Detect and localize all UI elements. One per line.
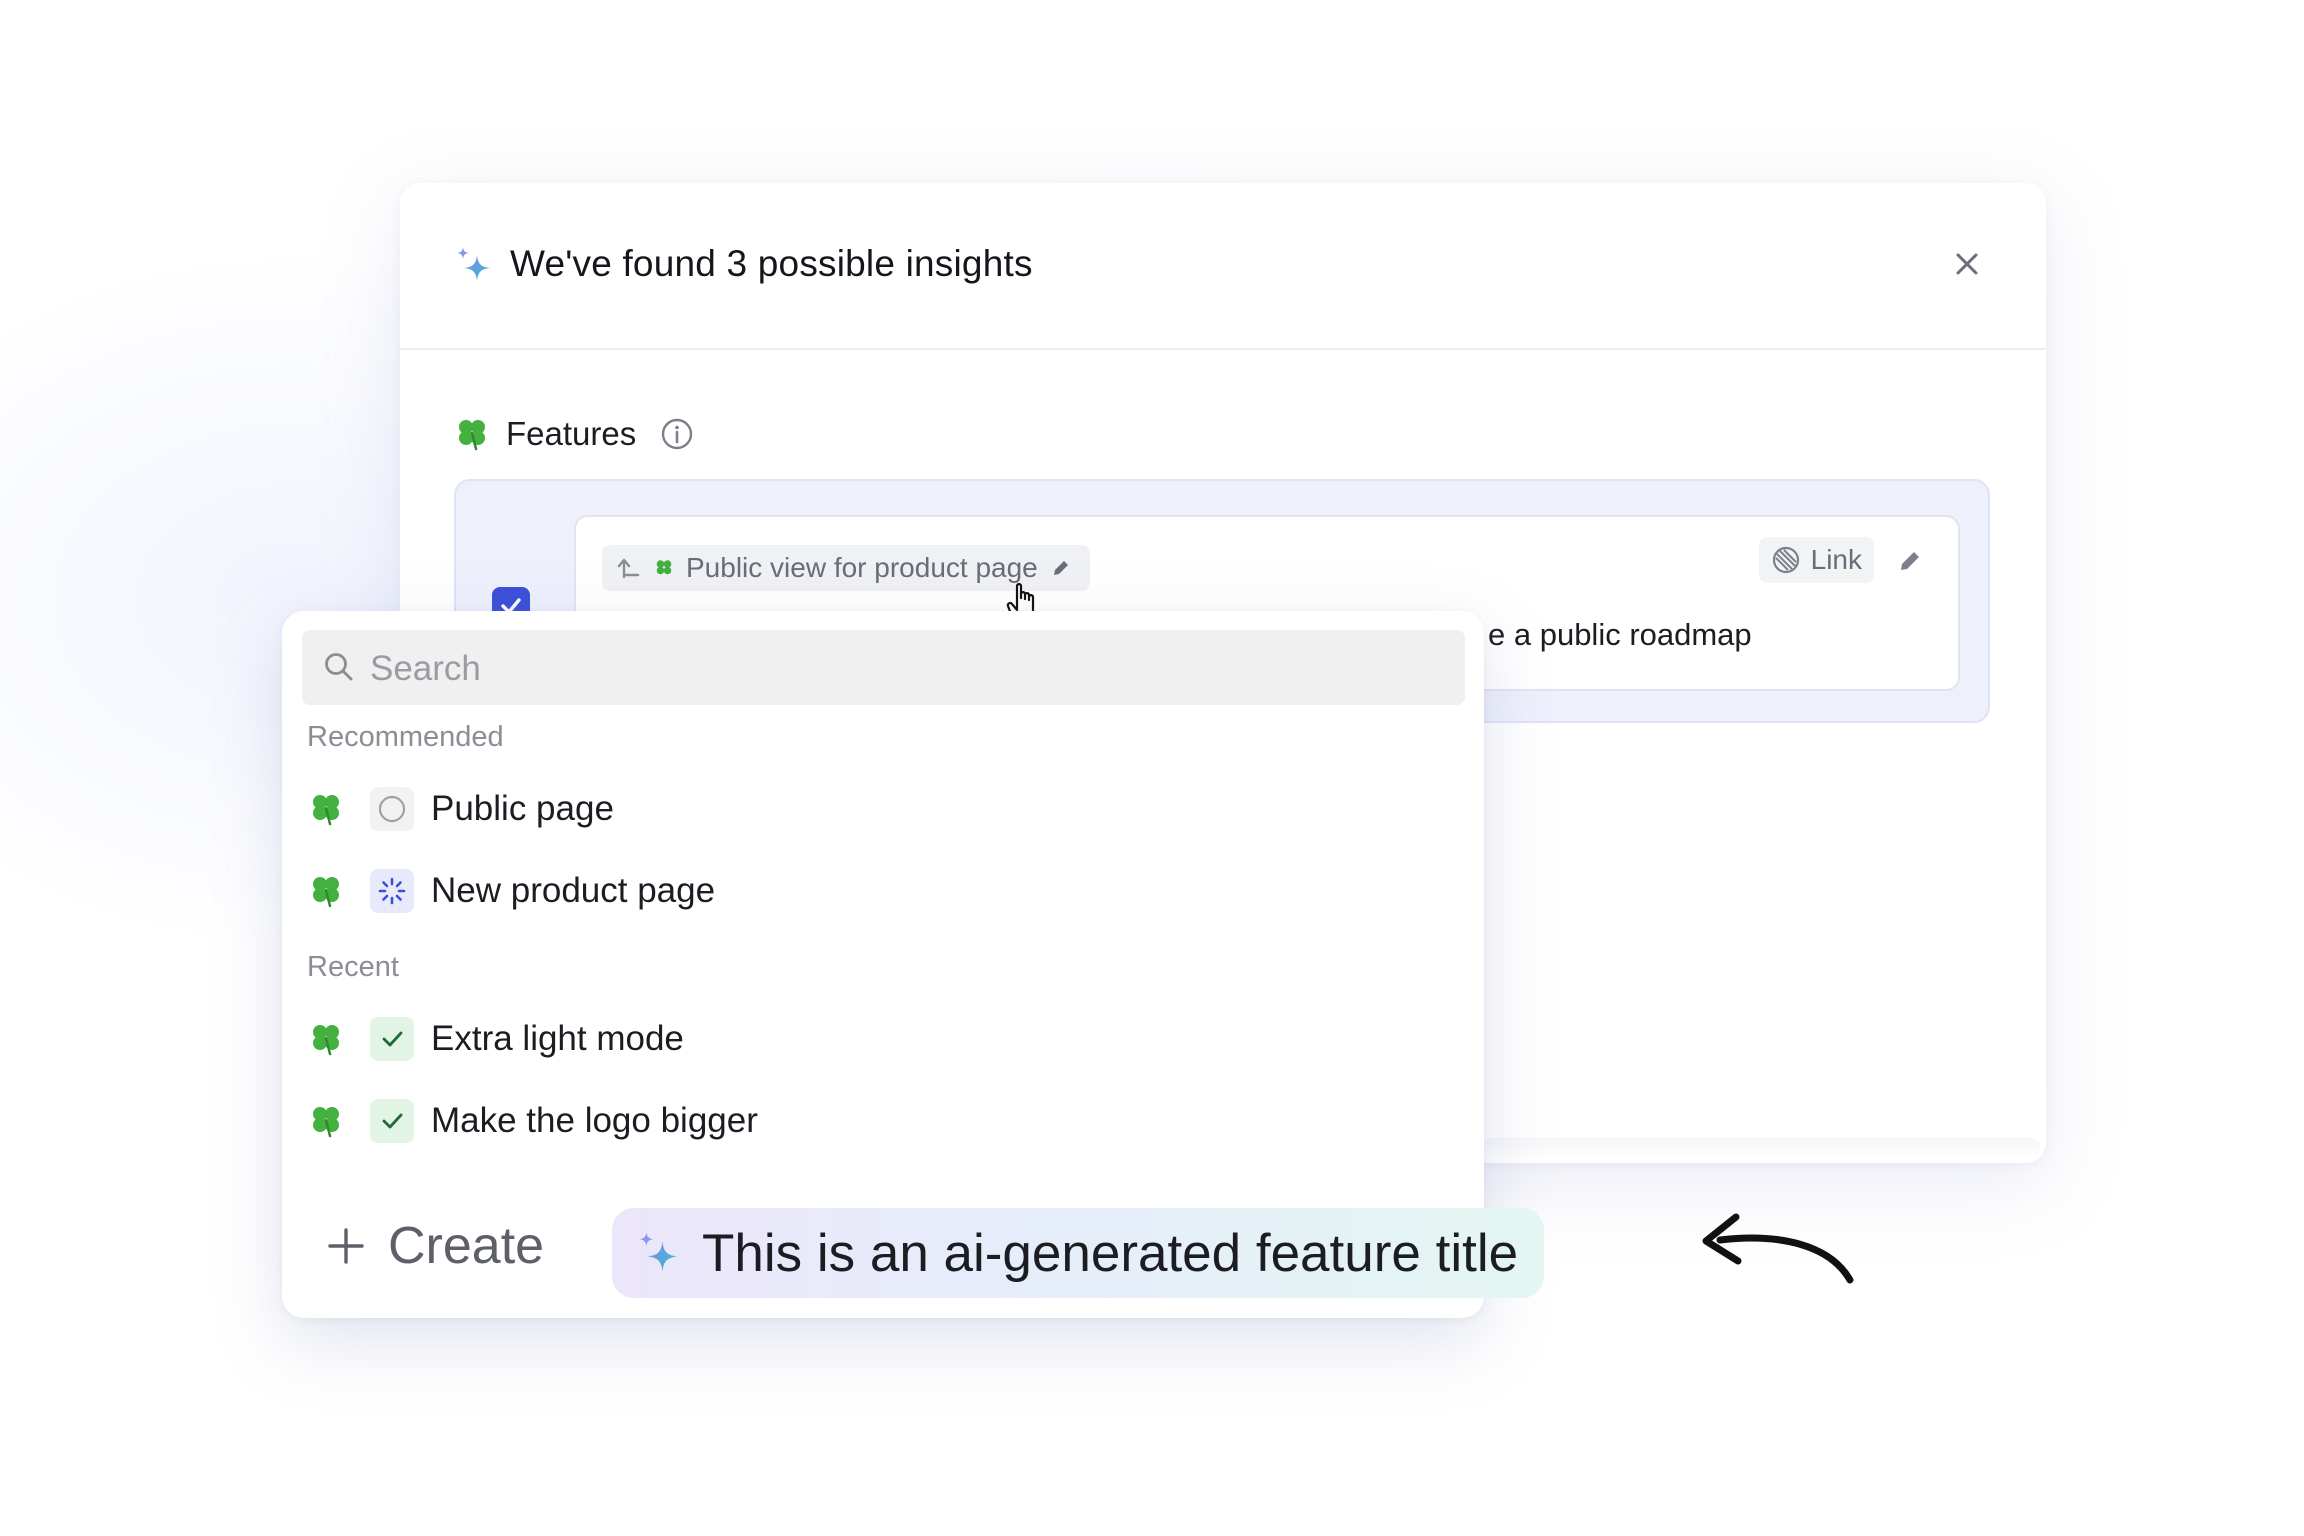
faint-divider bbox=[1480, 1138, 2040, 1158]
modal-title: We've found 3 possible insights bbox=[510, 243, 1033, 284]
linear-icon bbox=[1772, 546, 1799, 574]
list-item[interactable]: Public page bbox=[308, 777, 1458, 841]
clover-icon bbox=[313, 1107, 339, 1138]
create-button[interactable]: Create bbox=[324, 1201, 544, 1291]
pointer-arrow-icon bbox=[1702, 1213, 1854, 1284]
pencil-icon[interactable] bbox=[1050, 557, 1072, 579]
link-button[interactable]: Link bbox=[1758, 537, 1874, 583]
section-title: Features bbox=[506, 415, 637, 452]
create-row: Create This is an ai-generated feature t… bbox=[282, 1173, 1545, 1318]
group-label-recommended: Recommended bbox=[307, 721, 504, 753]
ai-sparkle-icon bbox=[639, 1232, 678, 1272]
clover-icon bbox=[459, 420, 485, 451]
status-not-started-icon bbox=[370, 787, 414, 831]
modal-header: We've found 3 possible insights bbox=[400, 183, 2046, 350]
ai-sparkle-icon bbox=[457, 247, 490, 281]
list-item[interactable]: Make the logo bigger bbox=[308, 1089, 1458, 1153]
plus-icon bbox=[328, 1228, 364, 1264]
list-item[interactable]: New product page bbox=[308, 859, 1458, 923]
group-label-recent: Recent bbox=[307, 951, 399, 983]
status-done-icon bbox=[370, 1099, 414, 1143]
item-label: New product page bbox=[431, 871, 716, 910]
status-done-icon bbox=[370, 1017, 414, 1061]
search-box[interactable] bbox=[302, 630, 1465, 707]
item-label: Extra light mode bbox=[431, 1019, 684, 1058]
link-label: Link bbox=[1810, 544, 1862, 575]
clover-icon bbox=[313, 877, 339, 908]
pencil-icon[interactable] bbox=[1896, 547, 1924, 575]
ai-suggestion-chip[interactable]: This is an ai-generated feature title bbox=[612, 1208, 1545, 1298]
ai-suggestion-label: This is an ai-generated feature title bbox=[702, 1223, 1519, 1283]
clover-icon bbox=[313, 795, 339, 826]
feature-dropdown: Recommended Public page New product page… bbox=[282, 611, 1545, 1318]
item-label: Make the logo bigger bbox=[431, 1101, 758, 1140]
parent-arrow-icon bbox=[617, 558, 640, 579]
insight-text: e a public roadmap bbox=[1488, 617, 1752, 652]
search-input[interactable] bbox=[368, 630, 1432, 707]
parent-feature-label: Public view for product page bbox=[686, 552, 1038, 583]
item-label: Public page bbox=[431, 789, 614, 828]
clover-icon bbox=[313, 1025, 339, 1056]
status-in-progress-icon bbox=[370, 869, 414, 913]
close-icon[interactable] bbox=[1950, 247, 1984, 281]
list-item[interactable]: Extra light mode bbox=[308, 1007, 1458, 1071]
info-icon[interactable] bbox=[660, 417, 694, 451]
search-icon bbox=[325, 653, 353, 681]
clover-icon bbox=[656, 560, 672, 575]
create-label: Create bbox=[388, 1217, 545, 1275]
